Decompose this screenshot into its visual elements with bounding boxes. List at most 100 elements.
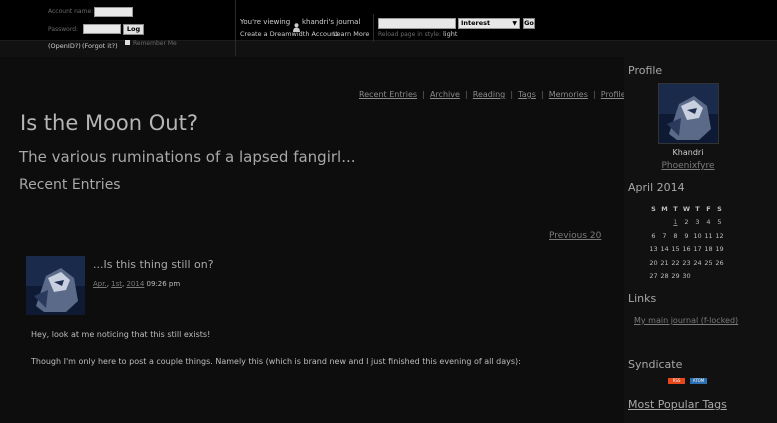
journal-nav: Recent Entries | Archive | Reading | Tag… bbox=[359, 82, 626, 101]
calendar-heading[interactable]: April 2014 bbox=[628, 181, 685, 194]
calendar-day: 21 bbox=[660, 258, 669, 267]
calendar-day: 12 bbox=[715, 231, 724, 240]
sidebar: Profile Khandri Phoenixfyre April 2014 S… bbox=[624, 56, 777, 423]
nav-profile[interactable]: Profile bbox=[601, 90, 626, 99]
calendar-day: 9 bbox=[684, 231, 689, 240]
entry-title[interactable]: ...Is this thing still on? bbox=[93, 258, 214, 271]
calendar-day: 25 bbox=[704, 258, 713, 267]
calendar-day: 27 bbox=[649, 272, 658, 281]
calendar-empty-cell bbox=[714, 270, 725, 284]
calendar-empty-cell bbox=[659, 216, 670, 230]
reload-style-light-link[interactable]: light bbox=[443, 30, 457, 38]
links-heading: Links bbox=[628, 292, 657, 305]
calendar-day: 16 bbox=[682, 245, 691, 254]
journal-subtitle: The various ruminations of a lapsed fang… bbox=[19, 148, 356, 166]
calendar-day: 13 bbox=[649, 245, 658, 254]
calendar-day: 20 bbox=[649, 258, 658, 267]
learn-more-link[interactable]: Learn More bbox=[333, 30, 369, 38]
calendar-day: 24 bbox=[693, 258, 702, 267]
rss-feed-button[interactable]: RSS bbox=[668, 378, 685, 384]
journal-username-link[interactable]: khandri's journal bbox=[302, 18, 360, 26]
calendar-day: 4 bbox=[706, 218, 711, 227]
calendar-day: 7 bbox=[662, 231, 667, 240]
nav-archive[interactable]: Archive bbox=[430, 90, 460, 99]
calendar-day: 5 bbox=[717, 218, 722, 227]
nav-separator: | bbox=[510, 90, 514, 99]
calendar-day: 6 bbox=[651, 231, 656, 240]
calendar-empty-cell bbox=[648, 216, 659, 230]
syndicate-heading: Syndicate bbox=[628, 358, 683, 371]
calendar-day[interactable]: 1 bbox=[670, 216, 681, 230]
popular-tags-heading[interactable]: Most Popular Tags bbox=[628, 398, 727, 411]
calendar-day: 19 bbox=[715, 245, 724, 254]
calendar-empty-cell bbox=[692, 270, 703, 284]
profile-link[interactable]: Phoenixfyre bbox=[624, 161, 752, 171]
search-type-value: Interest bbox=[461, 19, 491, 27]
nav-separator: | bbox=[540, 90, 544, 99]
calendar-weekday: T bbox=[673, 204, 678, 213]
calendar-day: 2 bbox=[684, 218, 689, 227]
calendar-day: 29 bbox=[671, 272, 680, 281]
nav-separator: | bbox=[464, 90, 468, 99]
entry-userpic[interactable] bbox=[26, 256, 85, 315]
calendar-day: 26 bbox=[715, 258, 724, 267]
calendar-day: 3 bbox=[695, 218, 700, 227]
atom-feed-button[interactable]: ATOM bbox=[690, 378, 707, 384]
calendar-weekday: W bbox=[682, 204, 691, 213]
create-account-link[interactable]: Create a Dreamwidth Account bbox=[240, 30, 338, 38]
entry-date-day-link[interactable]: 1st bbox=[111, 280, 122, 288]
viewing-prefix: You're viewing bbox=[240, 18, 291, 26]
calendar-weekday: F bbox=[706, 204, 711, 213]
search-input[interactable] bbox=[378, 18, 456, 29]
calendar-weekday: M bbox=[661, 204, 668, 213]
remember-me-label: Remember Me bbox=[133, 40, 177, 47]
password-input[interactable] bbox=[83, 24, 121, 34]
previous-20-link[interactable]: Previous 20 bbox=[549, 231, 601, 241]
nav-tags[interactable]: Tags bbox=[518, 90, 536, 99]
openid-link[interactable]: (OpenID?) bbox=[48, 42, 81, 50]
calendar-day: 15 bbox=[671, 245, 680, 254]
journal-title: Is the Moon Out? bbox=[20, 111, 198, 135]
remember-me-checkbox[interactable] bbox=[125, 40, 130, 45]
calendar-weekday: S bbox=[717, 204, 722, 213]
forgot-password-link[interactable]: (Forgot it?) bbox=[82, 42, 118, 50]
calendar-empty-cell bbox=[703, 270, 714, 284]
calendar-day: 30 bbox=[682, 272, 691, 281]
link-main-journal[interactable]: My main journal (f-locked) bbox=[634, 314, 744, 327]
calendar-weekday: T bbox=[695, 204, 700, 213]
calendar-day: 14 bbox=[660, 245, 669, 254]
login-button[interactable]: Log in bbox=[123, 24, 144, 42]
calendar-day: 22 bbox=[671, 258, 680, 267]
nav-recent-entries[interactable]: Recent Entries bbox=[359, 90, 417, 99]
nav-reading[interactable]: Reading bbox=[473, 90, 505, 99]
entry-date-year-link[interactable]: 2014 bbox=[126, 280, 144, 288]
profile-avatar[interactable] bbox=[658, 83, 719, 144]
nav-separator: | bbox=[422, 90, 425, 99]
profile-name: Khandri bbox=[672, 148, 704, 157]
calendar-day: 10 bbox=[693, 231, 702, 240]
page-title: Recent Entries bbox=[19, 177, 121, 193]
chevron-down-icon: ▼ bbox=[512, 20, 517, 27]
navstrip-divider bbox=[235, 0, 236, 56]
account-name-input[interactable] bbox=[94, 7, 133, 17]
nav-memories[interactable]: Memories bbox=[549, 90, 588, 99]
entry-paragraph-1: Hey, look at me noticing that this still… bbox=[31, 330, 211, 339]
calendar-day: 17 bbox=[693, 245, 702, 254]
calendar-day: 8 bbox=[673, 231, 678, 240]
account-name-label: Account name: bbox=[48, 8, 94, 15]
calendar-weekday: S bbox=[651, 204, 656, 213]
top-navstrip: Account name: Password: Log in (OpenID?)… bbox=[0, 0, 777, 57]
calendar-table: S M T W T F S 1 2 3 4 5 6 7 8 9 10 11 12 13 14 15 16 17 18 19 20 21… bbox=[648, 202, 725, 283]
entry-date-month-link[interactable]: Apr. bbox=[93, 280, 107, 288]
navstrip-divider-2 bbox=[373, 14, 374, 42]
calendar: S M T W T F S 1 2 3 4 5 6 7 8 9 10 11 12 13 14 15 16 17 18 19 20 21… bbox=[648, 202, 725, 283]
calendar-day: 11 bbox=[704, 231, 713, 240]
reload-style-label: Reload page in style: bbox=[378, 31, 441, 38]
calendar-day: 18 bbox=[704, 245, 713, 254]
profile-heading[interactable]: Profile bbox=[628, 64, 662, 77]
search-type-select[interactable]: Interest ▼ bbox=[458, 18, 520, 29]
search-go-button[interactable]: Go bbox=[523, 18, 535, 29]
entry-time: 09:26 pm bbox=[146, 280, 181, 288]
nav-separator: | bbox=[592, 90, 596, 99]
password-label: Password: bbox=[48, 26, 79, 33]
